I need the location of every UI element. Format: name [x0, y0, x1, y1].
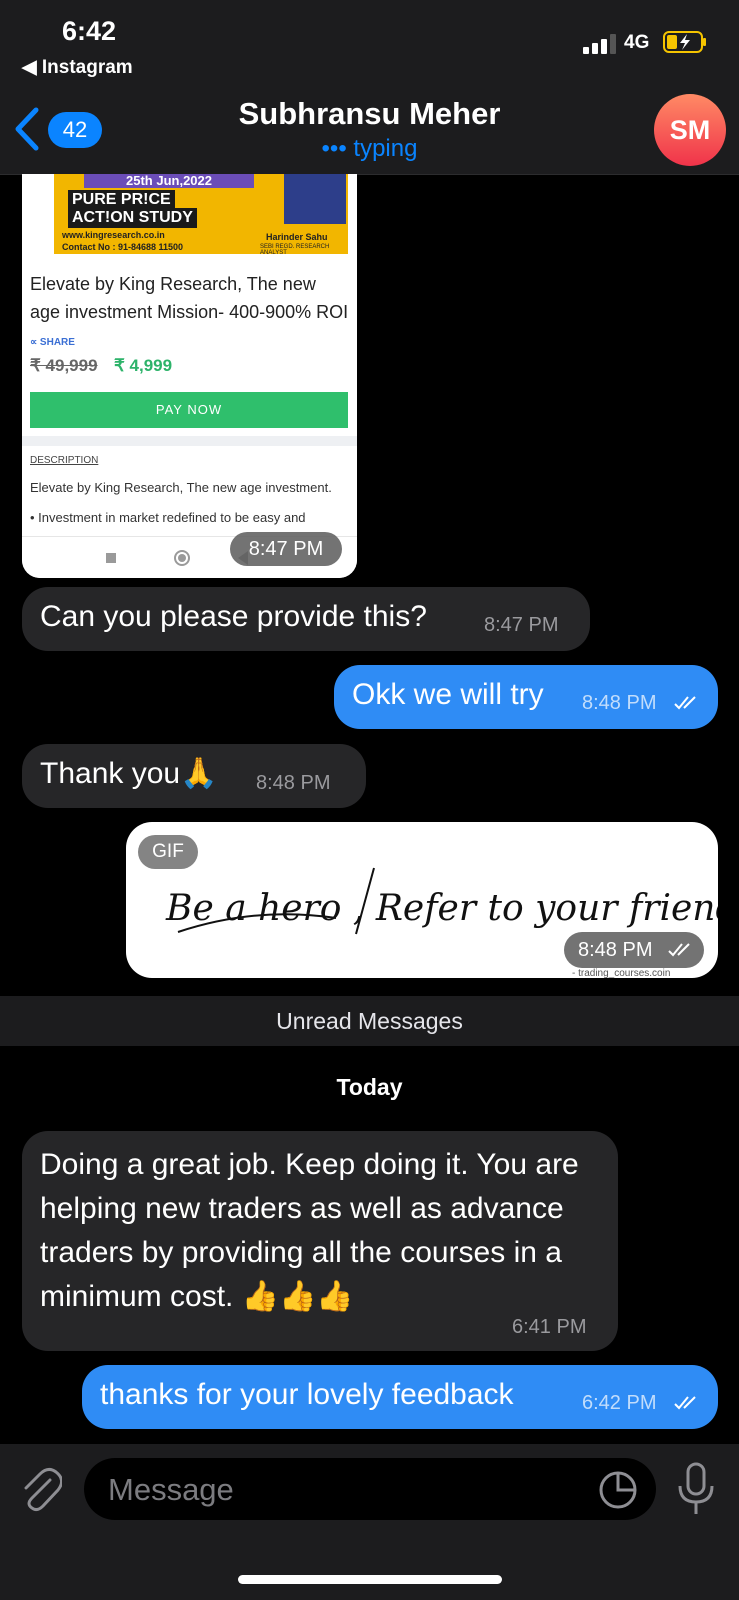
- message-text: thanks for your lovely feedback: [100, 1378, 514, 1411]
- banner-site: www.kingresearch.co.in: [62, 230, 165, 240]
- message-text: Okk we will try: [352, 678, 544, 711]
- unread-messages-divider: Unread Messages: [0, 996, 739, 1046]
- outgoing-message[interactable]: Okk we will try 8:48 PM: [334, 665, 718, 729]
- signal-icon: [583, 34, 616, 54]
- description-label: DESCRIPTION: [30, 455, 99, 466]
- banner-line2: ACT!ON STUDY: [68, 208, 197, 228]
- message-text: Thank you🙏: [40, 757, 218, 790]
- home-indicator: [238, 1575, 502, 1584]
- gif-tag: GIF: [138, 835, 198, 869]
- banner-date: 25th Jun,2022: [84, 174, 254, 188]
- network-type: 4G: [624, 32, 650, 53]
- banner-contact: Contact No : 91-84688 11500: [62, 242, 184, 252]
- gif-message[interactable]: Be a hero , Refer to your friends GIF 8:…: [126, 822, 718, 978]
- battery-icon: [663, 31, 706, 53]
- share-icon: ∝: [30, 337, 40, 348]
- avatar[interactable]: SM: [654, 94, 726, 166]
- message-time: 8:48 PM: [582, 692, 657, 714]
- incoming-message[interactable]: Doing a great job. Keep doing it. You ar…: [22, 1131, 618, 1351]
- message-time: 8:47 PM: [484, 614, 559, 636]
- old-price: ₹ 49,999: [30, 356, 98, 375]
- microphone-icon[interactable]: [676, 1462, 716, 1516]
- gif-time-pill: 8:48 PM: [564, 932, 704, 968]
- sticker-icon[interactable]: [598, 1470, 638, 1510]
- section-divider: [22, 436, 357, 446]
- banner-person-title: SEBI REGD. RESEARCH ANALYST: [260, 244, 330, 256]
- attach-icon[interactable]: [20, 1466, 62, 1514]
- gif-text: Be a hero , Refer to your friends: [165, 888, 718, 929]
- pay-now-button: PAY NOW: [30, 392, 348, 428]
- gif-credit: - trading_courses.coin: [572, 968, 671, 978]
- double-check-icon: [668, 943, 690, 957]
- person-photo: [284, 174, 346, 224]
- message-time: 8:48 PM: [256, 772, 331, 794]
- message-time: 8:48 PM: [578, 939, 653, 961]
- message-text: Can you please provide this?: [40, 600, 427, 633]
- shared-screenshot-message[interactable]: 25th Jun,2022 PURE PR!CE ACT!ON STUDY ww…: [22, 174, 357, 578]
- message-placeholder: Message: [108, 1472, 234, 1507]
- share-link: ∝ SHARE: [30, 337, 75, 348]
- double-check-icon: [674, 696, 696, 710]
- message-time: 8:47 PM: [230, 532, 342, 566]
- date-separator: Today: [336, 1074, 403, 1100]
- typing-status: ••• typing: [321, 135, 418, 162]
- product-title: Elevate by King Research, The new age in…: [30, 274, 349, 322]
- outgoing-message[interactable]: thanks for your lovely feedback 6:42 PM: [82, 1365, 718, 1429]
- banner-line1: PURE PR!CE: [68, 190, 175, 210]
- incoming-message[interactable]: Can you please provide this? 8:47 PM: [22, 587, 590, 651]
- message-time: 6:42 PM: [582, 1392, 657, 1414]
- share-label: SHARE: [39, 337, 75, 348]
- description-text: Elevate by King Research, The new age in…: [30, 480, 332, 495]
- contact-name[interactable]: Subhransu Meher: [0, 96, 739, 132]
- message-time: 6:41 PM: [512, 1316, 587, 1338]
- incoming-message[interactable]: Thank you🙏 8:48 PM: [22, 744, 366, 808]
- back-to-app-link[interactable]: ◀ Instagram: [22, 56, 133, 79]
- message-text: Doing a great job. Keep doing it. You ar…: [40, 1148, 579, 1313]
- description-bullet: • Investment in market redefined to be e…: [30, 510, 306, 525]
- banner-person-name: Harinder Sahu: [266, 232, 328, 242]
- double-check-icon: [674, 1396, 696, 1410]
- status-time: 6:42: [62, 16, 117, 46]
- new-price: ₹ 4,999: [114, 356, 173, 375]
